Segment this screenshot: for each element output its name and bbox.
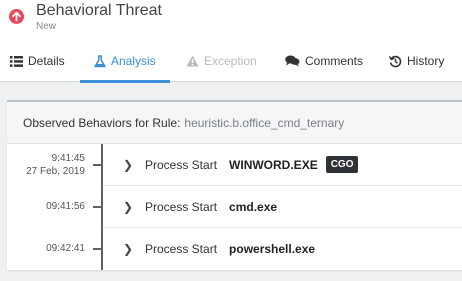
- tab-analysis-label: Analysis: [111, 54, 156, 68]
- process-name: powershell.exe: [229, 242, 316, 256]
- event-item[interactable]: ❯ Process Start WINWORD.EXE CGO: [103, 144, 462, 186]
- chevron-right-icon: ❯: [123, 199, 134, 214]
- event-label: Process Start: [145, 242, 218, 256]
- event-item[interactable]: ❯ Process Start powershell.exe: [103, 228, 462, 270]
- tab-comments[interactable]: Comments: [285, 40, 363, 82]
- process-badge: CGO: [325, 156, 359, 173]
- event-time: 9:41:45: [51, 153, 85, 164]
- history-icon: [389, 55, 402, 67]
- event-time: 09:42:41: [46, 243, 85, 254]
- arrow-up-circle-icon: [9, 9, 24, 24]
- observed-behaviors-panel: Observed Behaviors for Rule: heuristic.b…: [7, 100, 462, 270]
- header-bar: Behavioral Threat New: [0, 0, 462, 40]
- tab-history-label: History: [407, 54, 445, 68]
- tab-exception-label: Exception: [204, 54, 257, 68]
- tab-history[interactable]: History: [389, 40, 444, 82]
- tab-exception[interactable]: Exception: [186, 40, 257, 82]
- rule-name: heuristic.b.office_cmd_ternary: [184, 115, 345, 130]
- list-icon: [10, 55, 23, 67]
- timeline-row: 09:42:41 ❯ Process Start powershell.exe: [7, 228, 462, 270]
- status-subtitle: New: [36, 21, 57, 32]
- event-date: 27 Feb, 2019: [26, 166, 85, 177]
- event-timestamp: 9:41:45 27 Feb, 2019: [26, 152, 85, 178]
- timeline-row: 09:41:56 ❯ Process Start cmd.exe: [7, 186, 462, 228]
- timeline-tick: [93, 206, 101, 208]
- timeline-tick: [93, 164, 101, 166]
- comments-icon: [285, 55, 300, 67]
- tab-comments-label: Comments: [305, 54, 364, 68]
- timeline-row: 9:41:45 27 Feb, 2019 ❯ Process Start WIN…: [7, 144, 462, 186]
- tab-analysis[interactable]: Analysis: [80, 40, 170, 83]
- flask-icon: [94, 54, 106, 67]
- warning-icon: [186, 55, 199, 67]
- chevron-right-icon: ❯: [123, 242, 134, 256]
- event-label: Process Start: [145, 199, 218, 214]
- process-name: cmd.exe: [229, 199, 278, 214]
- panel-header: Observed Behaviors for Rule: heuristic.b…: [7, 102, 462, 144]
- page-title: Behavioral Threat: [36, 2, 162, 19]
- process-name: WINWORD.EXE: [229, 157, 318, 172]
- tab-details-label: Details: [28, 54, 65, 68]
- event-time: 09:41:56: [46, 201, 85, 212]
- timeline-tick: [93, 248, 101, 250]
- event-item[interactable]: ❯ Process Start cmd.exe: [103, 186, 462, 228]
- tab-details[interactable]: Details: [10, 40, 65, 82]
- panel-header-label: Observed Behaviors for Rule:: [23, 115, 181, 130]
- chevron-right-icon: ❯: [123, 157, 134, 172]
- event-label: Process Start: [145, 157, 218, 172]
- tab-bar: Details Analysis Exception Comments Hist…: [0, 40, 462, 83]
